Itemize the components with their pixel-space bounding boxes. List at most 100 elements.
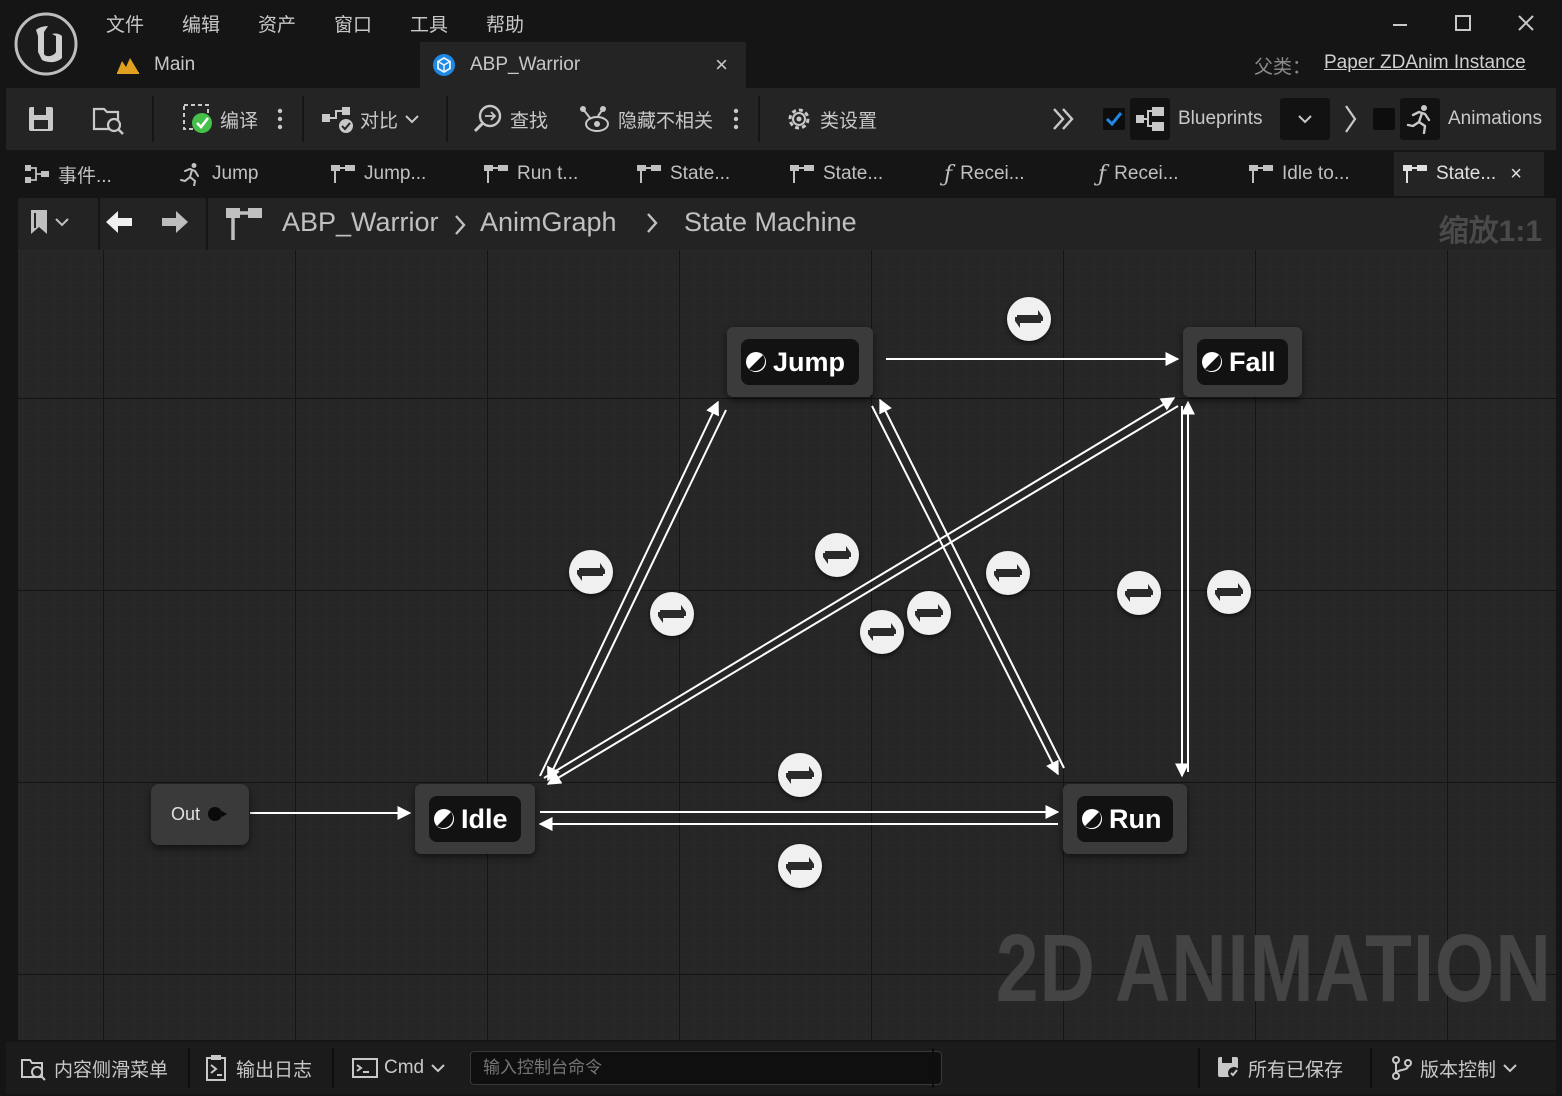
transition-rule-node[interactable] [860, 610, 904, 654]
expand-toolbar-button[interactable] [1050, 88, 1078, 150]
unreal-logo-icon[interactable] [14, 12, 78, 76]
menu-help[interactable]: 帮助 [486, 10, 524, 37]
output-log-button[interactable]: 输出日志 [204, 1042, 312, 1094]
graph-canvas[interactable]: Out Idle Jump Fall Run 2D ANIMATION [18, 250, 1556, 1040]
wire-jump-to-idle [547, 409, 727, 782]
compile-options-button[interactable] [274, 88, 286, 150]
close-window-button[interactable] [1506, 8, 1546, 38]
transition-rule-icon [823, 546, 851, 564]
parent-class-link[interactable]: Paper ZDAnim Instance [1324, 52, 1526, 74]
compile-button[interactable]: 编译 [182, 88, 258, 150]
wire-idle-to-fall [543, 397, 1176, 779]
animations-mode-checkbox[interactable] [1372, 88, 1396, 150]
class-settings-button[interactable]: 类设置 [784, 88, 877, 150]
graph-tab-transition[interactable]: Jump... [330, 152, 426, 196]
all-saved-button[interactable]: 所有已保存 [1216, 1042, 1343, 1094]
transition-rule-icon [868, 623, 896, 641]
toolbar: 编译 对比 查找 隐藏不相关 类设置 Blueprints Animations [6, 88, 1556, 150]
transition-rule-node[interactable] [986, 551, 1030, 595]
back-button[interactable] [104, 208, 134, 241]
menu-asset[interactable]: 资产 [258, 10, 296, 37]
source-control-button[interactable]: 版本控制 [1390, 1042, 1518, 1094]
transition-rule-node[interactable] [907, 591, 951, 635]
state-node-idle[interactable]: Idle [415, 784, 535, 854]
entry-node[interactable]: Out [151, 784, 249, 845]
tab-main[interactable]: Main [106, 42, 416, 88]
transition-rule-node[interactable] [815, 533, 859, 577]
graph-tab-event-graph[interactable]: 事件... [24, 152, 112, 196]
tab-abp-warrior[interactable]: ABP_Warrior × [420, 42, 746, 88]
transition-rule-node[interactable] [650, 592, 694, 636]
breadcrumb-root[interactable]: ABP_Warrior [282, 207, 439, 238]
transition-rule-node[interactable] [778, 844, 822, 888]
find-button[interactable]: 查找 [472, 88, 548, 150]
transition-rule-icon [786, 857, 814, 875]
hide-unrelated-label: 隐藏不相关 [618, 110, 714, 132]
menu-tools[interactable]: 工具 [410, 10, 448, 37]
checkbox-unchecked-icon [1373, 108, 1395, 130]
animations-mode-button[interactable]: Animations [1400, 88, 1542, 150]
transition-rule-node[interactable] [1207, 570, 1251, 614]
maximize-button[interactable] [1443, 8, 1483, 38]
transition-rule-node[interactable] [1007, 297, 1051, 341]
content-drawer-label: 内容侧滑菜单 [54, 1059, 169, 1081]
chevron-right-icon [1345, 105, 1357, 133]
forward-button[interactable] [160, 208, 190, 241]
state-node-label: Run [1109, 803, 1162, 834]
chevron-down-icon [1503, 1064, 1517, 1073]
breadcrumb-graph[interactable]: AnimGraph [480, 207, 617, 238]
graph-tab-state-machine-active[interactable]: State... × [1394, 152, 1544, 196]
breadcrumb-bar: ABP_Warrior AnimGraph State Machine 缩放1:… [18, 198, 1556, 250]
toolbar-divider [758, 96, 760, 142]
blueprints-mode-button[interactable]: Blueprints [1130, 88, 1263, 150]
console-input[interactable] [470, 1051, 942, 1085]
transition-rule-node[interactable] [778, 753, 822, 797]
state-node-body: Fall [1197, 339, 1288, 385]
blueprints-label: Blueprints [1178, 108, 1263, 129]
menu-window[interactable]: 窗口 [334, 10, 372, 37]
hide-options-button[interactable] [730, 88, 742, 150]
bookmark-button[interactable] [28, 208, 70, 236]
content-drawer-button[interactable]: 内容侧滑菜单 [20, 1042, 168, 1094]
transition-rule-icon [484, 165, 508, 183]
save-button[interactable] [26, 88, 56, 150]
menu-edit[interactable]: 编辑 [182, 10, 220, 37]
maximize-icon [1455, 15, 1471, 31]
gear-icon [788, 108, 810, 130]
graph-tab-transition[interactable]: Run t... [483, 152, 578, 196]
mode-dropdown-button[interactable] [1280, 88, 1330, 150]
graph-tab-transition[interactable]: Idle to... [1248, 152, 1350, 196]
graph-tab-function[interactable]: ƒ Recei... [1098, 152, 1179, 196]
running-man-icon [180, 163, 199, 186]
graph-tab-transition[interactable]: State... [636, 152, 730, 196]
graph-tab-jump[interactable]: Jump [178, 152, 258, 196]
tab-close-button[interactable]: × [715, 52, 728, 78]
transition-rule-icon [577, 563, 605, 581]
cmd-dropdown[interactable]: Cmd [352, 1042, 446, 1094]
graph-tab-label: Recei... [960, 163, 1025, 184]
status-divider [932, 1048, 934, 1088]
minimize-button[interactable] [1380, 8, 1420, 38]
graph-tab-function[interactable]: ƒ Recei... [944, 152, 1025, 196]
entry-node-label: Out [171, 804, 201, 824]
graph-tab-label: State... [823, 163, 884, 184]
blueprints-mode-checkbox[interactable] [1102, 88, 1126, 150]
hide-unrelated-button[interactable]: 隐藏不相关 [578, 88, 713, 150]
graph-tab-close-button[interactable]: × [1510, 163, 1522, 186]
browse-button[interactable] [92, 88, 126, 150]
transition-rule-node[interactable] [1117, 571, 1161, 615]
transition-rule-icon [1215, 583, 1243, 601]
transition-rule-node[interactable] [569, 550, 613, 594]
menu-file[interactable]: 文件 [106, 10, 144, 37]
state-node-fall[interactable]: Fall [1183, 327, 1302, 397]
state-node-jump[interactable]: Jump [727, 327, 873, 397]
toolbar-divider [446, 96, 448, 142]
function-icon: ƒ [1098, 161, 1107, 187]
state-node-body: Run [1077, 796, 1173, 842]
blueprint-graph-icon [1136, 107, 1164, 131]
graph-tab-transition[interactable]: State... [789, 152, 883, 196]
exec-pin-icon[interactable] [207, 805, 229, 823]
state-node-run[interactable]: Run [1063, 784, 1187, 854]
diff-button[interactable]: 对比 [320, 88, 420, 150]
output-log-label: 输出日志 [236, 1059, 313, 1081]
